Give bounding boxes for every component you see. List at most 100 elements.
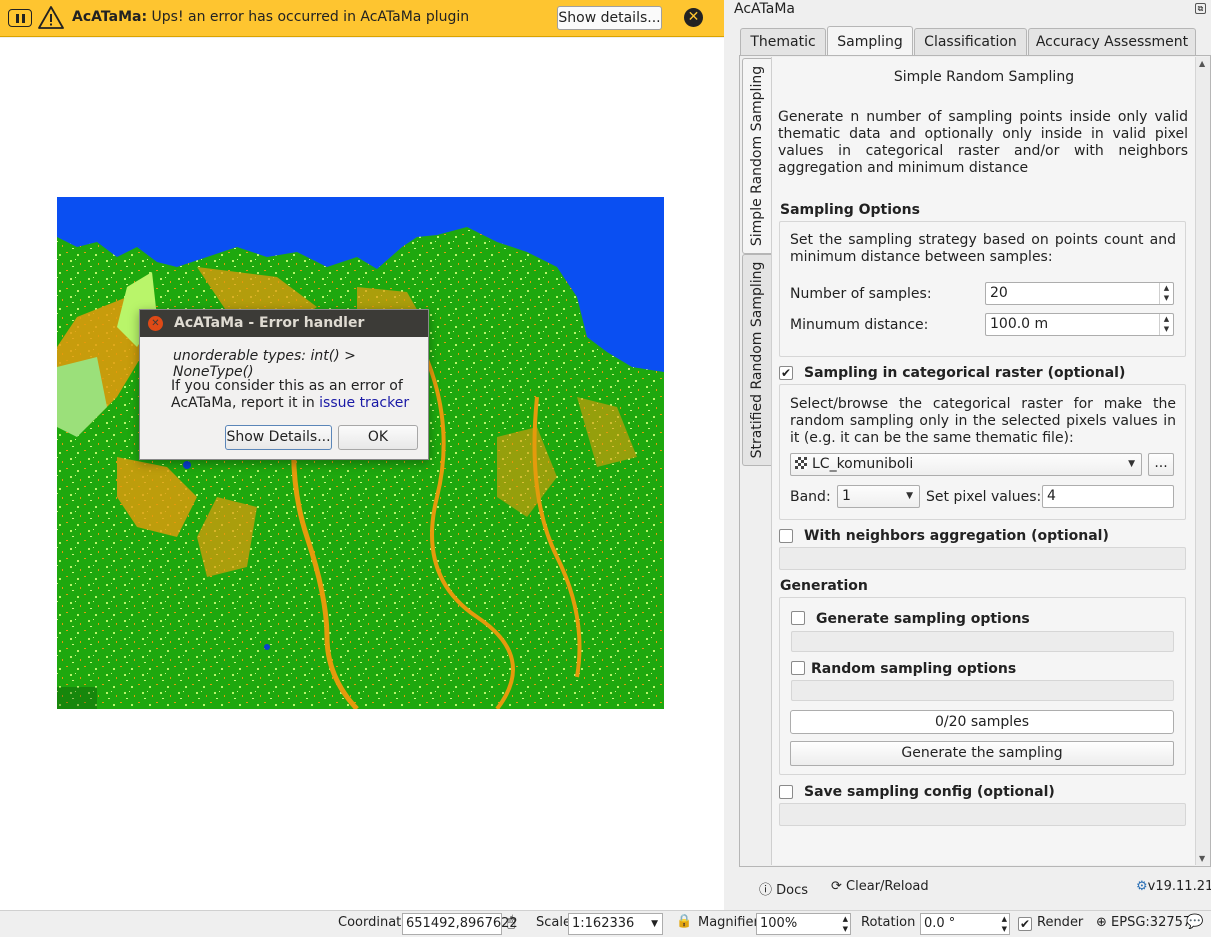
chevron-down-icon: ▼ [651,919,658,929]
info-icon: ⓘ [759,883,773,898]
version-label: ⚙v19.11.21 [1136,879,1211,894]
toggle-extents-icon[interactable]: 🖱 [507,914,515,930]
band-combo[interactable]: 1 ▼ [837,485,920,508]
dialog-title: AcATaMa - Error handler [140,310,428,337]
dialog-message-line1: If you consider this as an error of [171,378,403,394]
show-details-dialog-button[interactable]: Show Details... [225,425,332,450]
vertical-scrollbar[interactable]: ▲ ▼ [1195,57,1210,865]
raster-layer-icon [795,457,807,469]
rotation-label: Rotation [861,915,916,930]
chevron-down-icon: ▼ [1128,459,1135,469]
samples-progress-bar: 0/20 samples [790,710,1174,734]
random-options-checkbox[interactable] [791,661,805,675]
rotation-value: 0.0 ° [924,916,956,931]
num-samples-value: 20 [990,285,1008,301]
pause-icon[interactable] [8,9,32,27]
docs-label: Docs [776,883,809,898]
generate-options-checkbox[interactable] [791,611,805,625]
vtab-simple-random-sampling[interactable]: Simple Random Sampling [742,58,771,254]
browse-button[interactable]: ... [1148,453,1174,476]
scale-value: 1:162336 [572,916,635,931]
tab-classification[interactable]: Classification [914,28,1027,55]
crs-button[interactable]: ⊕ EPSG:32757 [1096,915,1191,930]
dock-title: AcATaMa [734,1,795,17]
message-body: Ups! an error has occurred in AcATaMa pl… [147,9,470,25]
tab-thematic[interactable]: Thematic [740,28,826,55]
save-config-group [779,803,1186,826]
neighbors-aggregation-checkbox[interactable] [779,529,793,543]
min-distance-spinbox[interactable]: 100.0 m ▲ ▼ [985,313,1174,336]
clear-reload-button[interactable]: ⟳ Clear/Reload [831,879,929,894]
error-dialog: AcATaMa - Error handler ✕ unorderable ty… [139,309,429,460]
min-distance-value: 100.0 m [990,316,1049,332]
generate-sampling-button[interactable]: Generate the sampling [790,741,1174,766]
num-samples-spinbox[interactable]: 20 ▲ ▼ [985,282,1174,305]
pixel-values-value: 4 [1047,488,1056,504]
spin-arrows-icon[interactable]: ▲ ▼ [1159,283,1173,304]
vtab-stratified-random-sampling[interactable]: Stratified Random Sampling [742,254,771,466]
tab-sampling[interactable]: Sampling [827,26,913,56]
sampling-options-group: Set the sampling strategy based on point… [779,221,1186,357]
dialog-message: If you consider this as an error of AcAT… [171,378,409,412]
categorical-raster-checkbox[interactable]: ✔ [779,366,793,380]
scale-label: Scale [536,915,571,930]
coordinate-label: Coordinate [338,915,410,930]
render-checkbox[interactable]: ✔ [1018,917,1032,931]
spin-arrows-icon[interactable]: ▲ ▼ [1002,914,1007,934]
generation-group: Generate sampling options Random samplin… [779,597,1186,775]
show-details-button[interactable]: Show details... [557,6,662,30]
pixel-values-input[interactable]: 4 [1042,485,1174,508]
status-bar: Coordinate 651492,8967622 🖱 Scale 1:1623… [0,910,1211,937]
random-options-group [791,680,1174,701]
scroll-down-icon[interactable]: ▼ [1199,854,1205,863]
message-text: AcATaMa: Ups! an error has occurred in A… [72,9,469,25]
min-distance-label: Minumum distance: [790,317,929,333]
generation-title: Generation [780,578,868,594]
dialog-close-icon[interactable]: ✕ [148,316,163,331]
band-value: 1 [842,488,851,504]
issue-tracker-link[interactable]: issue tracker [319,395,409,411]
reload-icon: ⟳ [831,879,842,894]
globe-icon: ⊕ [1096,915,1107,930]
scroll-up-icon[interactable]: ▲ [1199,59,1205,68]
ok-button[interactable]: OK [338,425,418,450]
panel-description: Generate n number of sampling points ins… [778,109,1188,176]
categorical-layer-combo[interactable]: LC_komuniboli ▼ [790,453,1142,476]
vtab-label-simple: Simple Random Sampling [749,65,765,247]
messages-icon[interactable]: 💬 [1186,914,1203,930]
sampling-options-description: Set the sampling strategy based on point… [790,232,1176,265]
categorical-raster-title: Sampling in categorical raster (optional… [804,365,1126,381]
num-samples-label: Number of samples: [790,286,932,302]
version-text: v19.11.21 [1147,879,1211,894]
acatama-logo-icon: ⚙ [1136,879,1148,894]
magnifier-spinbox[interactable]: 100% ▲ ▼ [756,913,851,935]
save-config-title: Save sampling config (optional) [804,784,1055,800]
panel-header: Simple Random Sampling [893,69,1075,85]
tab-accuracy-assessment[interactable]: Accuracy Assessment [1028,28,1196,55]
sampling-options-title: Sampling Options [780,202,920,218]
pixel-values-label: Set pixel values: [926,489,1042,505]
rotation-spinbox[interactable]: 0.0 ° ▲ ▼ [920,913,1010,935]
categorical-description: Select/browse the categorical raster for… [790,396,1176,446]
lock-icon[interactable]: 🔒 [676,914,692,929]
generate-options-title: Generate sampling options [816,611,1030,627]
dialog-message-line2: AcATaMa, report it in [171,395,320,411]
message-plugin-name: AcATaMa: [72,9,148,25]
spin-arrows-icon[interactable]: ▲ ▼ [843,914,848,934]
save-config-checkbox[interactable] [779,785,793,799]
spin-arrows-icon[interactable]: ▲ ▼ [1159,314,1173,335]
simple-random-sampling-panel: Simple Random Sampling Generate n number… [771,57,1195,865]
band-label: Band: [790,489,831,505]
float-icon[interactable]: ⧉ [1195,3,1206,14]
magnifier-value: 100% [760,916,798,931]
neighbors-aggregation-group [779,547,1186,570]
random-options-title: Random sampling options [811,661,1017,677]
close-icon[interactable]: ✕ [684,8,703,27]
scale-combo[interactable]: 1:162336 ▼ [568,913,663,935]
docs-link[interactable]: ⓘ Docs [759,879,808,898]
vtab-label-stratified: Stratified Random Sampling [749,261,765,459]
categorical-raster-group: Select/browse the categorical raster for… [779,384,1186,520]
coordinate-field[interactable]: 651492,8967622 [402,913,518,935]
message-bar: AcATaMa: Ups! an error has occurred in A… [0,0,724,37]
neighbors-aggregation-title: With neighbors aggregation (optional) [804,528,1109,544]
